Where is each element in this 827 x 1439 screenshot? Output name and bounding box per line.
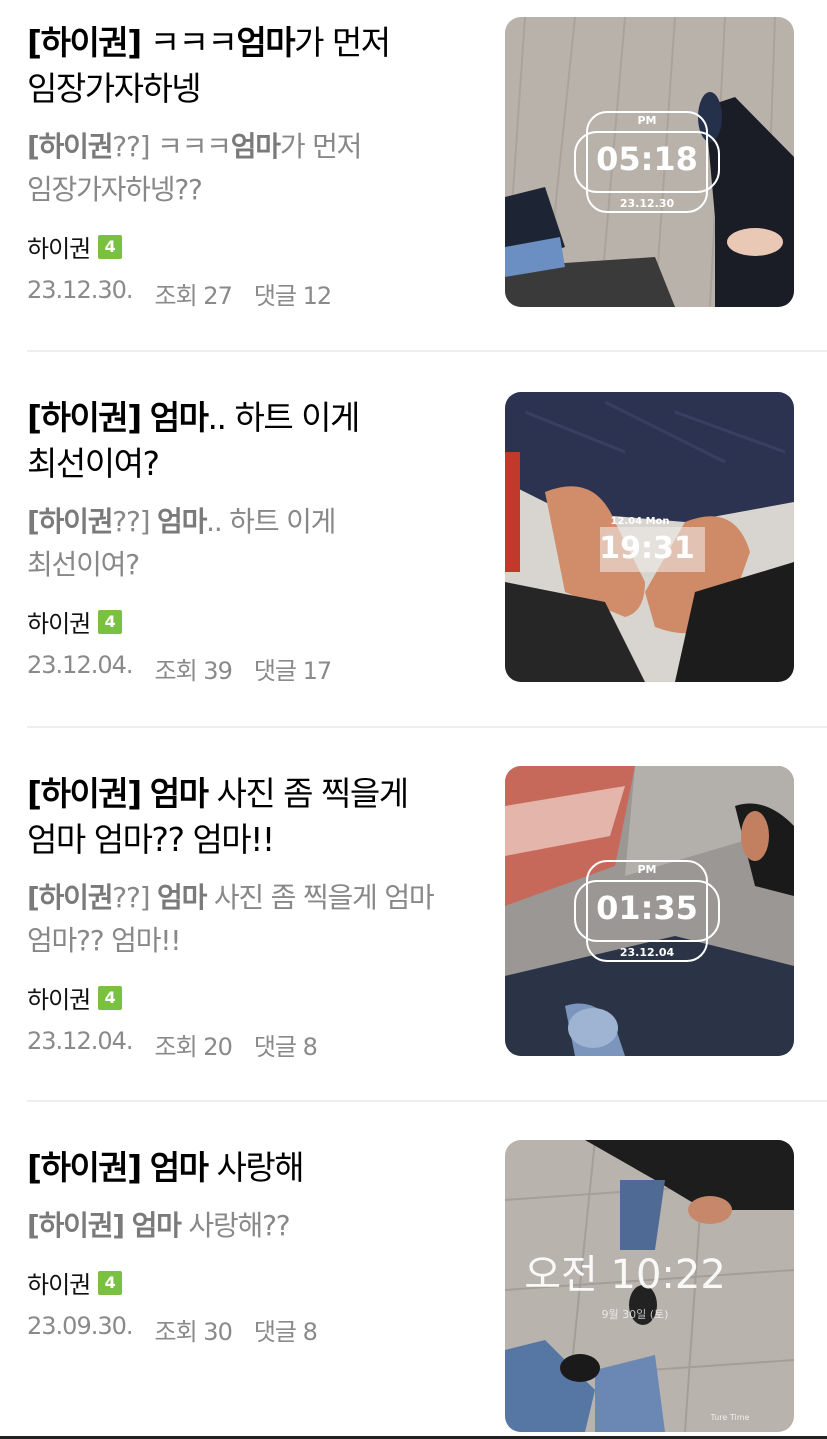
view-count: 조회 30 bbox=[154, 1318, 233, 1346]
title-rest: .. 하트 이게 bbox=[207, 398, 360, 437]
thumb-time: 01:35 bbox=[596, 889, 698, 927]
comment-count: 댓글 17 bbox=[253, 657, 332, 685]
author-name[interactable]: 하이권 bbox=[27, 1265, 91, 1300]
post-item[interactable]: [하이권] 엄마 사랑해 [하이권] 엄마 사랑해?? 하이권 4 23.09.3… bbox=[0, 1102, 827, 1436]
post-item[interactable]: [하이권] 엄마 사진 좀 찍을게 엄마 엄마?? 엄마!! [하이권??] 엄마… bbox=[0, 728, 827, 1102]
post-title[interactable]: [하이권] 엄마 사진 좀 찍을게엄마 엄마?? 엄마!! bbox=[27, 771, 487, 863]
snippet-tag: [하이권 bbox=[27, 881, 113, 914]
post-thumbnail[interactable]: 오전 10:22 9월 30일 (토) Ture Time bbox=[505, 1140, 794, 1432]
snippet-q: ??] bbox=[112, 130, 150, 163]
snippet-rest: 가 먼저 bbox=[279, 130, 363, 163]
title-keyword: 엄마 bbox=[149, 774, 209, 813]
post-text[interactable]: [하이권] 엄마 사진 좀 찍을게 엄마 엄마?? 엄마!! [하이권??] 엄마… bbox=[27, 771, 487, 1062]
title-keyword: 엄마 bbox=[236, 23, 295, 62]
thumbnail-photo: PM 01:35 23.12.04 bbox=[505, 766, 794, 1056]
title-line2: 임장가자하넹 bbox=[27, 69, 202, 108]
snippet-q: ??] bbox=[112, 505, 150, 538]
thumb-ampm: PM bbox=[637, 114, 656, 127]
thumb-brand: Ture Time bbox=[710, 1413, 750, 1422]
member-level-badge: 4 bbox=[98, 609, 123, 634]
post-title[interactable]: [하이권] ㅋㅋㅋ엄마가 먼저임장가자하넹 bbox=[27, 20, 487, 112]
post-snippet: [하이권] 엄마 사랑해?? bbox=[27, 1204, 487, 1247]
thumbnail-photo: 12.04 Mon 19:31 bbox=[505, 392, 794, 682]
comment-count: 댓글 8 bbox=[253, 1033, 318, 1061]
title-line2: 최선이여? bbox=[27, 444, 160, 483]
title-tag: [하이권] bbox=[27, 1148, 142, 1187]
author-row: 하이권 4 bbox=[27, 980, 487, 1015]
snippet-q: ??] bbox=[112, 881, 150, 914]
post-date: 23.12.30. bbox=[27, 276, 134, 304]
post-date: 23.09.30. bbox=[27, 1312, 134, 1340]
post-thumbnail[interactable]: 12.04 Mon 19:31 bbox=[505, 392, 794, 682]
title-keyword: 엄마 bbox=[149, 398, 209, 437]
post-meta: 23.12.04. 조회 20 댓글 8 bbox=[27, 1027, 487, 1062]
comment-count: 댓글 12 bbox=[253, 282, 332, 310]
snippet-keyword: 엄마 bbox=[157, 505, 207, 538]
post-date: 23.12.04. bbox=[27, 651, 134, 679]
title-tag: [하이권] bbox=[27, 398, 142, 437]
thumb-date: 9월 30일 (토) bbox=[602, 1307, 669, 1321]
thumb-ampm: PM bbox=[637, 863, 656, 876]
thumb-time: 19:31 bbox=[599, 531, 695, 566]
post-feed: [하이권] ㅋㅋㅋ엄마가 먼저 임장가자하넹 [하이권??] ㅋㅋㅋ엄마가 먼저 임… bbox=[0, 0, 827, 1439]
snippet-rest: .. 하트 이게 bbox=[206, 505, 336, 538]
post-meta: 23.09.30. 조회 30 댓글 8 bbox=[27, 1312, 487, 1347]
post-meta: 23.12.30. 조회 27 댓글 12 bbox=[27, 276, 487, 311]
post-thumbnail[interactable]: PM 05:18 23.12.30 bbox=[505, 17, 794, 307]
author-name[interactable]: 하이권 bbox=[27, 604, 91, 639]
author-name[interactable]: 하이권 bbox=[27, 229, 91, 264]
title-pre: ㅋㅋㅋ bbox=[140, 23, 238, 62]
thumb-time: 05:18 bbox=[596, 140, 698, 178]
view-count: 조회 39 bbox=[154, 657, 233, 685]
post-date: 23.12.04. bbox=[27, 1027, 134, 1055]
title-rest: 사랑해 bbox=[207, 1148, 304, 1187]
thumb-time: 오전 10:22 bbox=[524, 1252, 726, 1298]
snippet-line2: 임장가자하넹?? bbox=[27, 173, 203, 206]
snippet-tag: [하이권 bbox=[27, 505, 113, 538]
snippet-pre: ㅋㅋㅋ bbox=[149, 130, 232, 163]
snippet-line2: 엄마?? 엄마!! bbox=[27, 924, 182, 957]
post-item[interactable]: [하이권] ㅋㅋㅋ엄마가 먼저 임장가자하넹 [하이권??] ㅋㅋㅋ엄마가 먼저 임… bbox=[0, 0, 827, 352]
post-text[interactable]: [하이권] 엄마.. 하트 이게 최선이여? [하이권??] 엄마.. 하트 이게… bbox=[27, 395, 487, 686]
title-tag: [하이권] bbox=[27, 774, 142, 813]
post-snippet: [하이권??] 엄마.. 하트 이게최선이여? bbox=[27, 500, 487, 586]
snippet-keyword: 엄마 bbox=[157, 881, 207, 914]
snippet-line2: 최선이여? bbox=[27, 548, 140, 581]
snippet-rest: 사진 좀 찍을게 엄마 bbox=[206, 881, 435, 914]
thumb-date: 23.12.04 bbox=[620, 946, 675, 959]
author-name[interactable]: 하이권 bbox=[27, 980, 91, 1015]
view-count: 조회 27 bbox=[154, 282, 233, 310]
member-level-badge: 4 bbox=[98, 985, 123, 1010]
post-text[interactable]: [하이권] ㅋㅋㅋ엄마가 먼저 임장가자하넹 [하이권??] ㅋㅋㅋ엄마가 먼저 임… bbox=[27, 20, 487, 311]
title-line2: 엄마 엄마?? 엄마!! bbox=[27, 820, 275, 859]
author-row: 하이권 4 bbox=[27, 229, 487, 264]
title-rest: 가 먼저 bbox=[294, 23, 391, 62]
title-keyword: 엄마 bbox=[149, 1148, 209, 1187]
post-text[interactable]: [하이권] 엄마 사랑해 [하이권] 엄마 사랑해?? 하이권 4 23.09.3… bbox=[27, 1145, 487, 1347]
author-row: 하이권 4 bbox=[27, 1265, 487, 1300]
title-tag: [하이권] bbox=[27, 23, 142, 62]
snippet-tag: [하이권] bbox=[27, 1209, 125, 1242]
snippet-keyword: 엄마 bbox=[230, 130, 281, 163]
post-title[interactable]: [하이권] 엄마 사랑해 bbox=[27, 1145, 487, 1191]
member-level-badge: 4 bbox=[98, 234, 123, 259]
thumbnail-photo: PM 05:18 23.12.30 bbox=[505, 17, 794, 307]
thumb-date: 23.12.30 bbox=[620, 197, 675, 210]
member-level-badge: 4 bbox=[98, 1270, 123, 1295]
post-snippet: [하이권??] 엄마 사진 좀 찍을게 엄마엄마?? 엄마!! bbox=[27, 876, 487, 962]
comment-count: 댓글 8 bbox=[253, 1318, 318, 1346]
author-row: 하이권 4 bbox=[27, 604, 487, 639]
snippet-keyword: 엄마 bbox=[131, 1209, 182, 1242]
post-thumbnail[interactable]: PM 01:35 23.12.04 bbox=[505, 766, 794, 1056]
thumb-date: 12.04 Mon bbox=[610, 516, 669, 527]
snippet-rest: 사랑해?? bbox=[180, 1209, 290, 1242]
post-title[interactable]: [하이권] 엄마.. 하트 이게최선이여? bbox=[27, 395, 487, 487]
post-snippet: [하이권??] ㅋㅋㅋ엄마가 먼저임장가자하넹?? bbox=[27, 125, 487, 211]
snippet-tag: [하이권 bbox=[27, 130, 113, 163]
view-count: 조회 20 bbox=[154, 1033, 233, 1061]
title-rest: 사진 좀 찍을게 bbox=[207, 774, 409, 813]
post-meta: 23.12.04. 조회 39 댓글 17 bbox=[27, 651, 487, 686]
thumbnail-photo: 오전 10:22 9월 30일 (토) Ture Time bbox=[505, 1140, 794, 1432]
post-item[interactable]: [하이권] 엄마.. 하트 이게 최선이여? [하이권??] 엄마.. 하트 이게… bbox=[0, 352, 827, 728]
